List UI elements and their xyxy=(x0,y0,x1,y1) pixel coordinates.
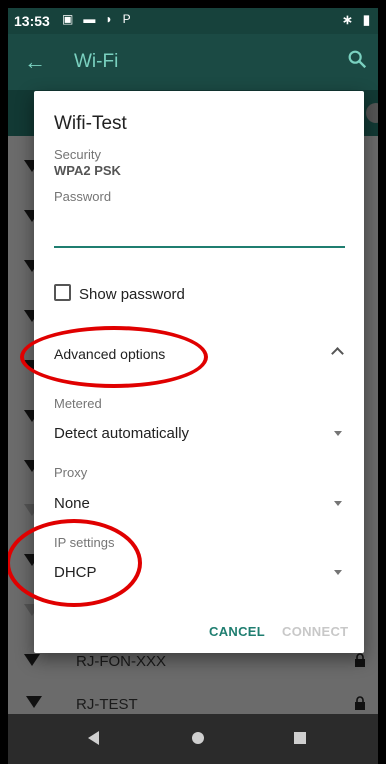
image-icon: ▣ xyxy=(62,12,74,26)
metered-label: Metered xyxy=(54,396,102,411)
nav-back-icon[interactable] xyxy=(88,731,99,745)
navigation-bar xyxy=(8,714,378,764)
status-bar: 13:53 ▣ ▬ ◗ P ∗ ▮ xyxy=(8,8,378,34)
dropdown-arrow-icon[interactable] xyxy=(334,570,342,575)
password-label: Password xyxy=(54,189,112,204)
status-notification-icons: ▣ ▬ ◗ P xyxy=(62,12,131,26)
dropdown-arrow-icon[interactable] xyxy=(334,501,342,506)
voicemail-icon: ▬ xyxy=(83,12,96,26)
wifi-signal-icon xyxy=(24,654,40,666)
show-password-label[interactable]: Show password xyxy=(79,286,185,303)
wifi-network-name[interactable]: RJ-FON-XXX xyxy=(76,653,166,670)
app-bar: ← Wi-Fi xyxy=(8,34,378,90)
security-value: WPA2 PSK xyxy=(54,163,121,178)
lock-icon xyxy=(355,653,365,667)
bluetooth-icon: ∗ xyxy=(341,12,353,27)
back-arrow-icon[interactable]: ← xyxy=(24,49,46,75)
p-icon: P xyxy=(122,12,131,26)
connect-button[interactable]: CONNECT xyxy=(282,624,348,639)
nav-recents-icon[interactable] xyxy=(294,732,306,744)
search-icon[interactable] xyxy=(346,48,368,70)
chevron-up-icon[interactable] xyxy=(331,347,344,360)
metered-dropdown[interactable]: Detect automatically xyxy=(54,425,189,442)
status-system-icons: ∗ ▮ xyxy=(342,12,370,28)
cancel-button[interactable]: CANCEL xyxy=(209,624,265,639)
highlight-annotation xyxy=(8,519,142,607)
wifi-signal-icon xyxy=(26,696,42,708)
show-password-checkbox[interactable] xyxy=(54,284,71,301)
page-title: Wi-Fi xyxy=(74,51,119,72)
security-label: Security xyxy=(54,147,101,162)
battery-icon: ▮ xyxy=(362,12,370,27)
lock-icon xyxy=(355,696,365,710)
proxy-label: Proxy xyxy=(54,465,88,480)
cast-icon: ◗ xyxy=(105,12,113,26)
nav-home-icon[interactable] xyxy=(192,732,204,744)
proxy-dropdown[interactable]: None xyxy=(54,495,90,512)
password-input[interactable] xyxy=(54,216,345,248)
dialog-title: Wifi-Test xyxy=(54,113,127,134)
highlight-annotation xyxy=(20,326,208,388)
device-frame: 13:53 ▣ ▬ ◗ P ∗ ▮ ← Wi-Fi RJ-FON-XXX RJ-… xyxy=(0,0,386,764)
dropdown-arrow-icon[interactable] xyxy=(334,431,342,436)
status-time: 13:53 xyxy=(14,13,50,29)
wifi-network-name[interactable]: RJ-TEST xyxy=(76,696,138,713)
screen: 13:53 ▣ ▬ ◗ P ∗ ▮ ← Wi-Fi RJ-FON-XXX RJ-… xyxy=(8,8,378,764)
